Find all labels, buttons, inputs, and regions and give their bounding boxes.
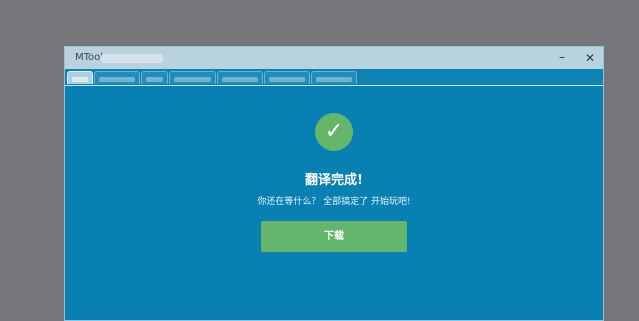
tab-label xyxy=(222,77,258,82)
tab-3[interactable] xyxy=(141,71,168,84)
tab-6[interactable] xyxy=(264,71,310,84)
tab-label xyxy=(316,77,352,82)
tab-label xyxy=(146,77,163,82)
tab-label xyxy=(174,77,211,82)
completion-heading: 翻译完成! xyxy=(305,173,363,188)
close-button[interactable]: ✕ xyxy=(582,50,598,66)
tab-label xyxy=(72,77,88,82)
tab-2[interactable] xyxy=(94,71,140,84)
window-title-suffix xyxy=(101,54,163,63)
app-window: MTool – ✕ ✓ 翻译完成! 你还在等什么？ 全部搞定了 开始玩吧! 下载 xyxy=(64,46,604,321)
window-title: MTool xyxy=(75,52,104,63)
tab-7[interactable] xyxy=(311,71,357,84)
download-button[interactable]: 下载 xyxy=(261,221,407,252)
completion-panel: ✓ 翻译完成! 你还在等什么？ 全部搞定了 开始玩吧! 下载 xyxy=(65,86,603,320)
tab-1[interactable] xyxy=(67,71,93,84)
minimize-button[interactable]: – xyxy=(554,49,570,65)
title-bar[interactable]: MTool – ✕ xyxy=(65,47,603,69)
completion-message: 你还在等什么？ 全部搞定了 开始玩吧! xyxy=(257,197,411,207)
tab-label xyxy=(269,77,305,82)
tab-5[interactable] xyxy=(217,71,263,84)
tab-bar xyxy=(65,69,603,86)
tab-4[interactable] xyxy=(169,71,216,84)
tab-label xyxy=(99,77,135,82)
check-circle-icon: ✓ xyxy=(315,113,353,151)
